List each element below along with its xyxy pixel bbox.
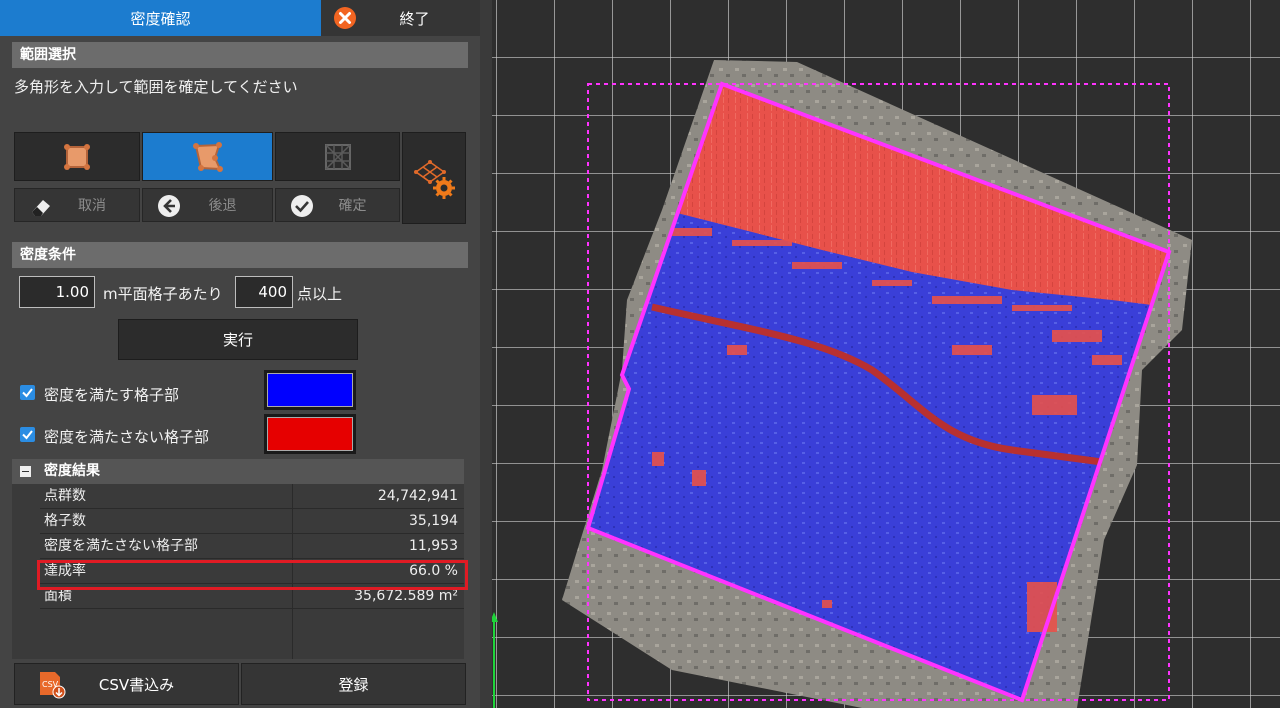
meet-density-label: 密度を満たす格子部 <box>44 386 180 404</box>
results-header[interactable]: 密度結果 <box>12 459 464 484</box>
run-button[interactable]: 実行 <box>118 319 358 360</box>
csv-file-icon: CSV <box>40 672 66 699</box>
fail-color-swatch[interactable] <box>264 414 356 454</box>
checkmark-icon <box>22 388 33 398</box>
grid-size-label: m平面格子あたり <box>103 285 223 303</box>
grid-settings-icon <box>414 160 455 199</box>
range-instruction: 多角形を入力して範囲を確定してください <box>14 78 298 96</box>
density-section-title: 密度条件 <box>12 242 468 268</box>
polygon-select-tool[interactable] <box>142 132 273 181</box>
range-section-title: 範囲選択 <box>12 42 468 68</box>
register-button[interactable]: 登録 <box>241 663 466 705</box>
exit-button[interactable]: 終了 <box>321 0 480 36</box>
table-row: 点群数 24,742,941 <box>40 484 464 509</box>
rectangle-select-icon <box>64 143 90 170</box>
meet-color-swatch[interactable] <box>264 370 356 410</box>
achievement-rate-highlight <box>37 560 468 590</box>
collapse-icon <box>20 466 31 477</box>
fail-density-label: 密度を満たさない格子部 <box>44 428 210 446</box>
rectangle-select-tool[interactable] <box>14 132 140 181</box>
meet-density-checkbox[interactable] <box>20 385 35 400</box>
grid-settings-tool[interactable] <box>402 132 466 224</box>
table-row: 格子数 35,194 <box>40 509 464 534</box>
density-map-view[interactable] <box>492 0 1280 708</box>
confirm-button[interactable]: 確定 <box>275 188 400 222</box>
cancel-button[interactable]: 取消 <box>14 188 140 222</box>
grid-size-input[interactable]: 1.00 <box>19 276 95 308</box>
table-row: 密度を満たさない格子部 11,953 <box>40 534 464 559</box>
csv-export-button[interactable]: CSV CSV書込み <box>14 663 239 705</box>
density-panel: 密度確認 終了 範囲選択 多角形を入力して範囲を確定してください 取消 後退 確… <box>0 0 480 708</box>
close-circle-icon <box>334 7 356 29</box>
mesh-select-tool[interactable] <box>275 132 400 181</box>
fail-density-checkbox[interactable] <box>20 427 35 442</box>
panel-splitter[interactable] <box>480 0 492 708</box>
results-table: 密度結果 点群数 24,742,941 格子数 35,194 密度を満たさない格子部… <box>12 459 464 659</box>
polygon-select-icon <box>192 141 223 172</box>
point-count-label: 点以上 <box>297 285 343 303</box>
tab-density-check[interactable]: 密度確認 <box>0 0 321 36</box>
checkmark-icon <box>22 430 33 440</box>
point-count-input[interactable]: 400 <box>235 276 293 308</box>
mesh-select-icon <box>324 143 351 170</box>
back-button[interactable]: 後退 <box>142 188 273 222</box>
point-cloud-viewport[interactable] <box>492 0 1280 708</box>
